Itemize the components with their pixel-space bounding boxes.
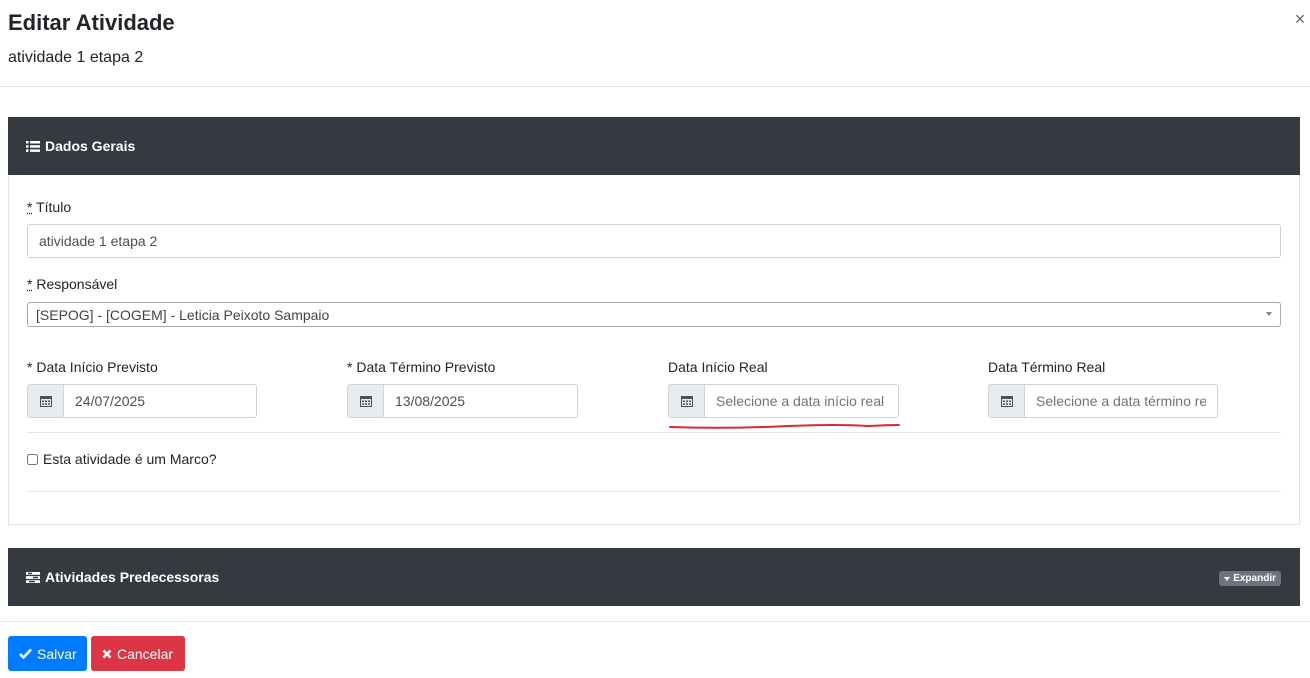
data-inicio-previsto-group — [27, 384, 257, 418]
tasks-icon — [26, 571, 40, 583]
data-termino-previsto-group — [347, 384, 578, 418]
caret-down-icon — [1224, 576, 1231, 581]
responsavel-selected-value: [SEPOG] - [COGEM] - Leticia Peixoto Samp… — [36, 306, 330, 323]
general-panel-title: Dados Gerais — [45, 138, 136, 154]
expand-button[interactable]: Expandir — [1219, 571, 1281, 586]
check-icon — [19, 648, 32, 659]
save-button[interactable]: Salvar — [8, 636, 87, 671]
footer-divider — [0, 621, 1310, 622]
marco-checkbox[interactable] — [27, 453, 38, 465]
data-termino-previsto-input[interactable] — [384, 384, 578, 418]
data-inicio-real-group — [668, 384, 899, 418]
responsavel-select[interactable]: [SEPOG] - [COGEM] - Leticia Peixoto Samp… — [27, 302, 1281, 327]
predecessors-panel-header[interactable]: Atividades Predecessoras Expandir — [8, 548, 1300, 606]
data-termino-real-group — [988, 384, 1218, 418]
marco-label: Esta atividade é um Marco? — [43, 451, 217, 467]
calendar-icon[interactable] — [988, 384, 1025, 418]
close-icon — [102, 649, 112, 659]
responsavel-label: * Responsável — [27, 276, 118, 292]
data-inicio-previsto-label: * Data Início Previsto — [27, 359, 158, 375]
chevron-down-icon — [1266, 312, 1272, 316]
calendar-icon[interactable] — [347, 384, 384, 418]
cancel-button[interactable]: Cancelar — [91, 636, 185, 671]
modal-subtitle: atividade 1 etapa 2 — [8, 49, 144, 66]
modal-title: Editar Atividade — [8, 10, 175, 35]
calendar-icon[interactable] — [668, 384, 705, 418]
calendar-icon[interactable] — [27, 384, 64, 418]
data-termino-real-label: Data Término Real — [988, 359, 1106, 375]
list-icon — [26, 140, 40, 152]
titulo-label: * Título — [27, 199, 72, 215]
general-panel-header: Dados Gerais — [8, 117, 1300, 175]
close-button[interactable]: × — [1293, 10, 1307, 28]
data-inicio-real-label: Data Início Real — [668, 359, 768, 375]
data-inicio-real-input[interactable] — [705, 384, 899, 418]
annotation-underline — [669, 424, 900, 429]
section-divider — [27, 432, 1281, 433]
data-termino-real-input[interactable] — [1025, 384, 1218, 418]
titulo-input[interactable] — [27, 224, 1281, 258]
marco-checkbox-row[interactable]: Esta atividade é um Marco? — [27, 451, 217, 467]
data-termino-previsto-label: * Data Término Previsto — [347, 359, 496, 375]
data-inicio-previsto-input[interactable] — [64, 384, 257, 418]
header-divider — [0, 86, 1310, 87]
section-divider — [27, 491, 1281, 492]
predecessors-panel-title: Atividades Predecessoras — [45, 569, 220, 585]
